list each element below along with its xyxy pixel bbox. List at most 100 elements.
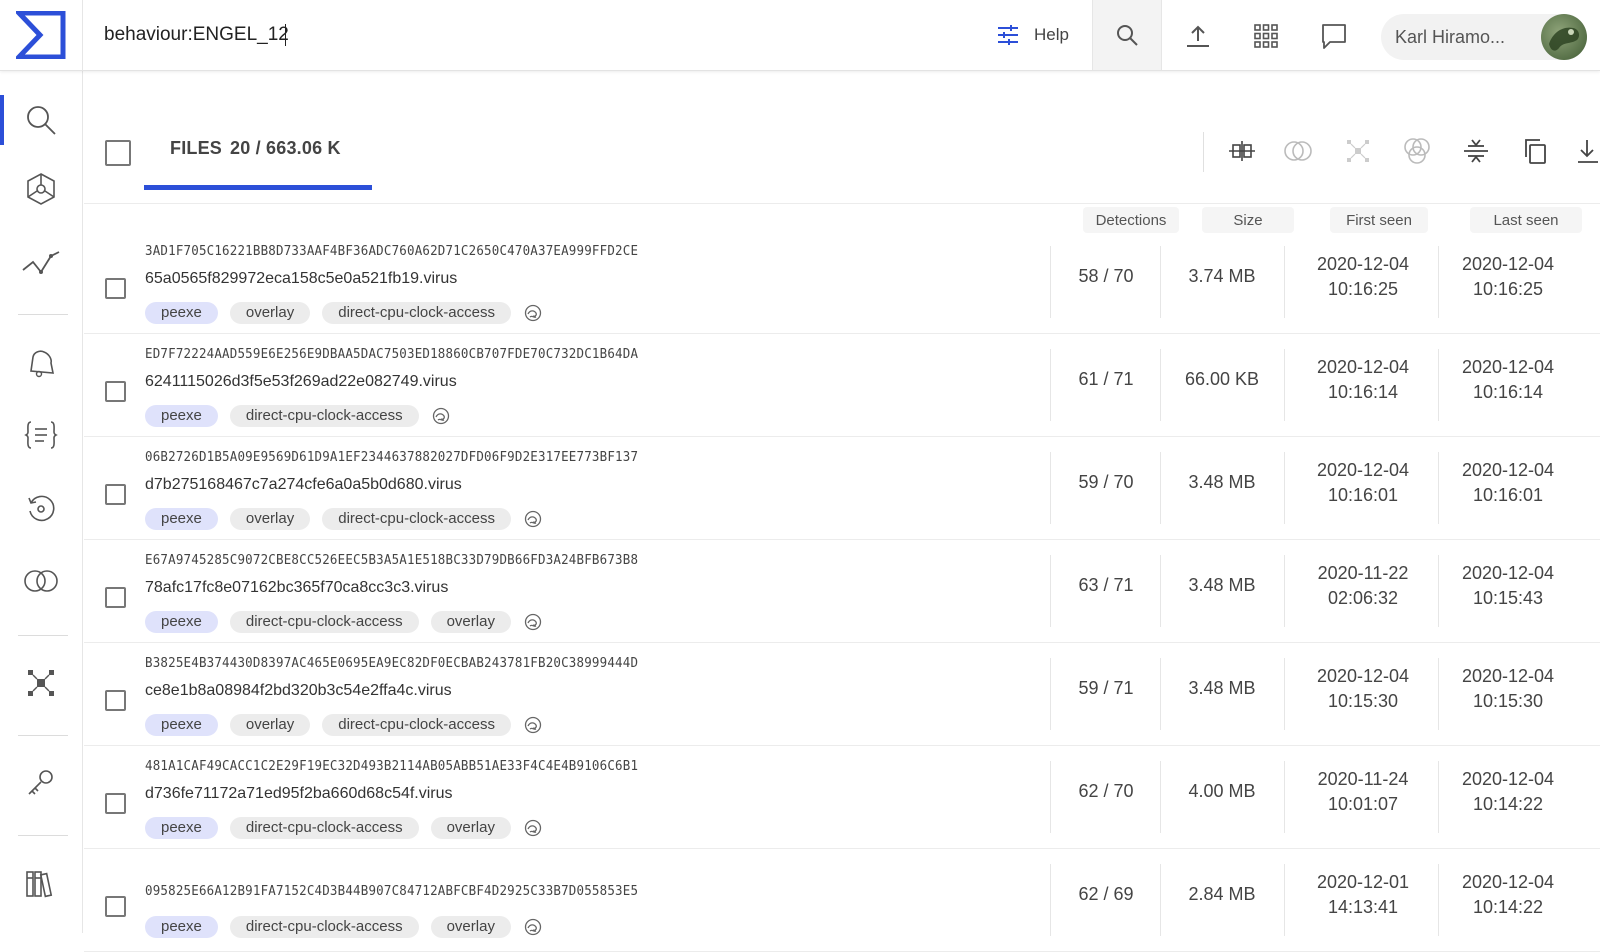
tag-direct-cpu-clock-access[interactable]: direct-cpu-clock-access (229, 916, 419, 938)
row-checkbox[interactable] (105, 484, 126, 505)
row-checkbox[interactable] (105, 690, 126, 711)
file-sha256[interactable]: 481A1CAF49CACC1C2E29F19EC32D493B2114AB05… (145, 759, 638, 774)
cell-divider (1050, 658, 1051, 730)
tag-direct-cpu-clock-access[interactable]: direct-cpu-clock-access (229, 405, 419, 427)
cluster-button[interactable] (1341, 134, 1375, 168)
tag-overlay[interactable]: overlay (430, 611, 511, 633)
size-value: 3.48 MB (1188, 472, 1256, 492)
file-sha256[interactable]: E67A9745285C9072CBE8CC526EEC5B3A5A1E518B… (145, 553, 638, 568)
sidebar-item-graph[interactable] (0, 164, 82, 214)
table-row[interactable]: B3825E4B374430D8397AC465E0695EA9EC82DF0E… (84, 642, 1600, 746)
sidebar-divider (18, 635, 68, 636)
tag-overlay[interactable]: overlay (430, 916, 511, 938)
apps-grid-button[interactable] (1248, 18, 1284, 54)
sidebar-item-search[interactable] (0, 95, 82, 145)
tag-peexe[interactable]: peexe (145, 302, 218, 324)
files-count: 20 / 663.06 K (230, 138, 341, 158)
tag-overlay[interactable]: overlay (430, 817, 511, 839)
file-sha256[interactable]: 06B2726D1B5A09E9569D61D9A1EF234463788202… (145, 450, 638, 465)
sidebar-item-trends[interactable] (0, 238, 82, 288)
tag-overlay[interactable]: overlay (229, 714, 311, 736)
sandbox-behaviour-icon[interactable] (523, 917, 543, 937)
cell-divider (1160, 761, 1161, 833)
table-row[interactable]: 06B2726D1B5A09E9569D61D9A1EF234463788202… (84, 436, 1600, 540)
detections-value[interactable]: 59 / 71 (1052, 676, 1160, 701)
tag-direct-cpu-clock-access[interactable]: direct-cpu-clock-access (229, 817, 419, 839)
sidebar-item-api-key[interactable] (0, 758, 82, 808)
tag-peexe[interactable]: peexe (145, 714, 218, 736)
table-row[interactable]: ED7F72224AAD559E6E256E9DBAA5DAC7503ED188… (84, 333, 1600, 437)
row-checkbox[interactable] (105, 278, 126, 299)
tab-files[interactable]: FILES 20 / 663.06 K (170, 138, 341, 159)
first-seen-date: 2020-11-22 (1317, 563, 1409, 583)
row-checkbox[interactable] (105, 381, 126, 402)
tag-direct-cpu-clock-access[interactable]: direct-cpu-clock-access (322, 508, 511, 530)
sidebar-item-retrohunt[interactable] (0, 484, 82, 534)
detections-value[interactable]: 58 / 70 (1052, 264, 1160, 289)
row-checkbox[interactable] (105, 587, 126, 608)
tag-peexe[interactable]: peexe (145, 611, 218, 633)
last-seen-time: 10:15:43 (1472, 588, 1544, 608)
sidebar-item-hunting[interactable] (0, 338, 82, 388)
search-button[interactable] (1093, 0, 1161, 70)
tag-peexe[interactable]: peexe (145, 817, 218, 839)
copy-button[interactable] (1518, 134, 1552, 168)
avatar[interactable] (1541, 14, 1587, 60)
table-row[interactable]: E67A9745285C9072CBE8CC526EEC5B3A5A1E518B… (84, 539, 1600, 643)
tag-peexe[interactable]: peexe (145, 916, 218, 938)
detections-value[interactable]: 61 / 71 (1052, 367, 1160, 392)
sidebar-item-rules[interactable] (0, 410, 82, 460)
multi-venn-button[interactable] (1400, 134, 1434, 168)
search-input[interactable] (104, 18, 924, 52)
export-button[interactable] (1575, 134, 1599, 168)
sandbox-behaviour-icon[interactable] (431, 406, 451, 426)
sidebar-item-diff[interactable] (0, 556, 82, 606)
first-seen-value: 2020-12-04 10:16:01 (1288, 458, 1438, 508)
advanced-search-button[interactable]: Help (996, 18, 1069, 52)
tag-peexe[interactable]: peexe (145, 405, 218, 427)
table-row[interactable]: 095825E66A12B91FA7152C4D3B44B907C84712AB… (84, 848, 1600, 952)
detections-value[interactable]: 63 / 71 (1052, 573, 1160, 598)
compare-button[interactable] (1225, 134, 1259, 168)
last-seen-value: 2020-12-04 10:15:30 (1440, 664, 1576, 714)
table-row[interactable]: 3AD1F705C16221BB8D733AAF4BF36ADC760A62D7… (84, 230, 1600, 334)
select-all-checkbox[interactable] (105, 140, 131, 166)
user-menu[interactable]: Karl Hiramo... (1381, 14, 1587, 60)
first-seen-time: 10:16:14 (1327, 382, 1399, 402)
row-checkbox[interactable] (105, 896, 126, 917)
venn-icon (1284, 141, 1312, 161)
feedback-button[interactable] (1316, 18, 1352, 54)
file-sha256[interactable]: B3825E4B374430D8397AC465E0695EA9EC82DF0E… (145, 656, 638, 671)
tag-overlay[interactable]: overlay (229, 302, 311, 324)
tag-peexe[interactable]: peexe (145, 508, 218, 530)
detections-value[interactable]: 62 / 69 (1052, 882, 1160, 907)
tag-direct-cpu-clock-access[interactable]: direct-cpu-clock-access (229, 611, 419, 633)
tag-list: peexe direct-cpu-clock-access (145, 405, 451, 427)
upload-button[interactable] (1180, 18, 1216, 54)
virustotal-logo[interactable] (0, 0, 83, 70)
cell-divider (1438, 246, 1439, 318)
tag-direct-cpu-clock-access[interactable]: direct-cpu-clock-access (322, 302, 511, 324)
sandbox-behaviour-icon[interactable] (523, 509, 543, 529)
tag-overlay[interactable]: overlay (229, 508, 311, 530)
file-name: d736fe71172a71ed95f2ba660d68c54f.virus (145, 785, 453, 802)
chat-icon (1322, 24, 1346, 49)
sandbox-behaviour-icon[interactable] (523, 303, 543, 323)
file-sha256[interactable]: 3AD1F705C16221BB8D733AAF4BF36ADC760A62D7… (145, 244, 638, 259)
cell-divider (1284, 658, 1285, 730)
search-icon (27, 106, 56, 135)
collapse-button[interactable] (1459, 134, 1493, 168)
sandbox-behaviour-icon[interactable] (523, 612, 543, 632)
detections-value[interactable]: 62 / 70 (1052, 779, 1160, 804)
row-checkbox[interactable] (105, 793, 126, 814)
table-row[interactable]: 481A1CAF49CACC1C2E29F19EC32D493B2114AB05… (84, 745, 1600, 849)
file-sha256[interactable]: 095825E66A12B91FA7152C4D3B44B907C84712AB… (145, 884, 638, 899)
sandbox-behaviour-icon[interactable] (523, 818, 543, 838)
diff-button[interactable] (1281, 134, 1315, 168)
sandbox-behaviour-icon[interactable] (523, 715, 543, 735)
sidebar-item-clusters[interactable] (0, 658, 82, 708)
detections-value[interactable]: 59 / 70 (1052, 470, 1160, 495)
sidebar-item-library[interactable] (0, 858, 82, 908)
file-sha256[interactable]: ED7F72224AAD559E6E256E9DBAA5DAC7503ED188… (145, 347, 638, 362)
tag-direct-cpu-clock-access[interactable]: direct-cpu-clock-access (322, 714, 511, 736)
